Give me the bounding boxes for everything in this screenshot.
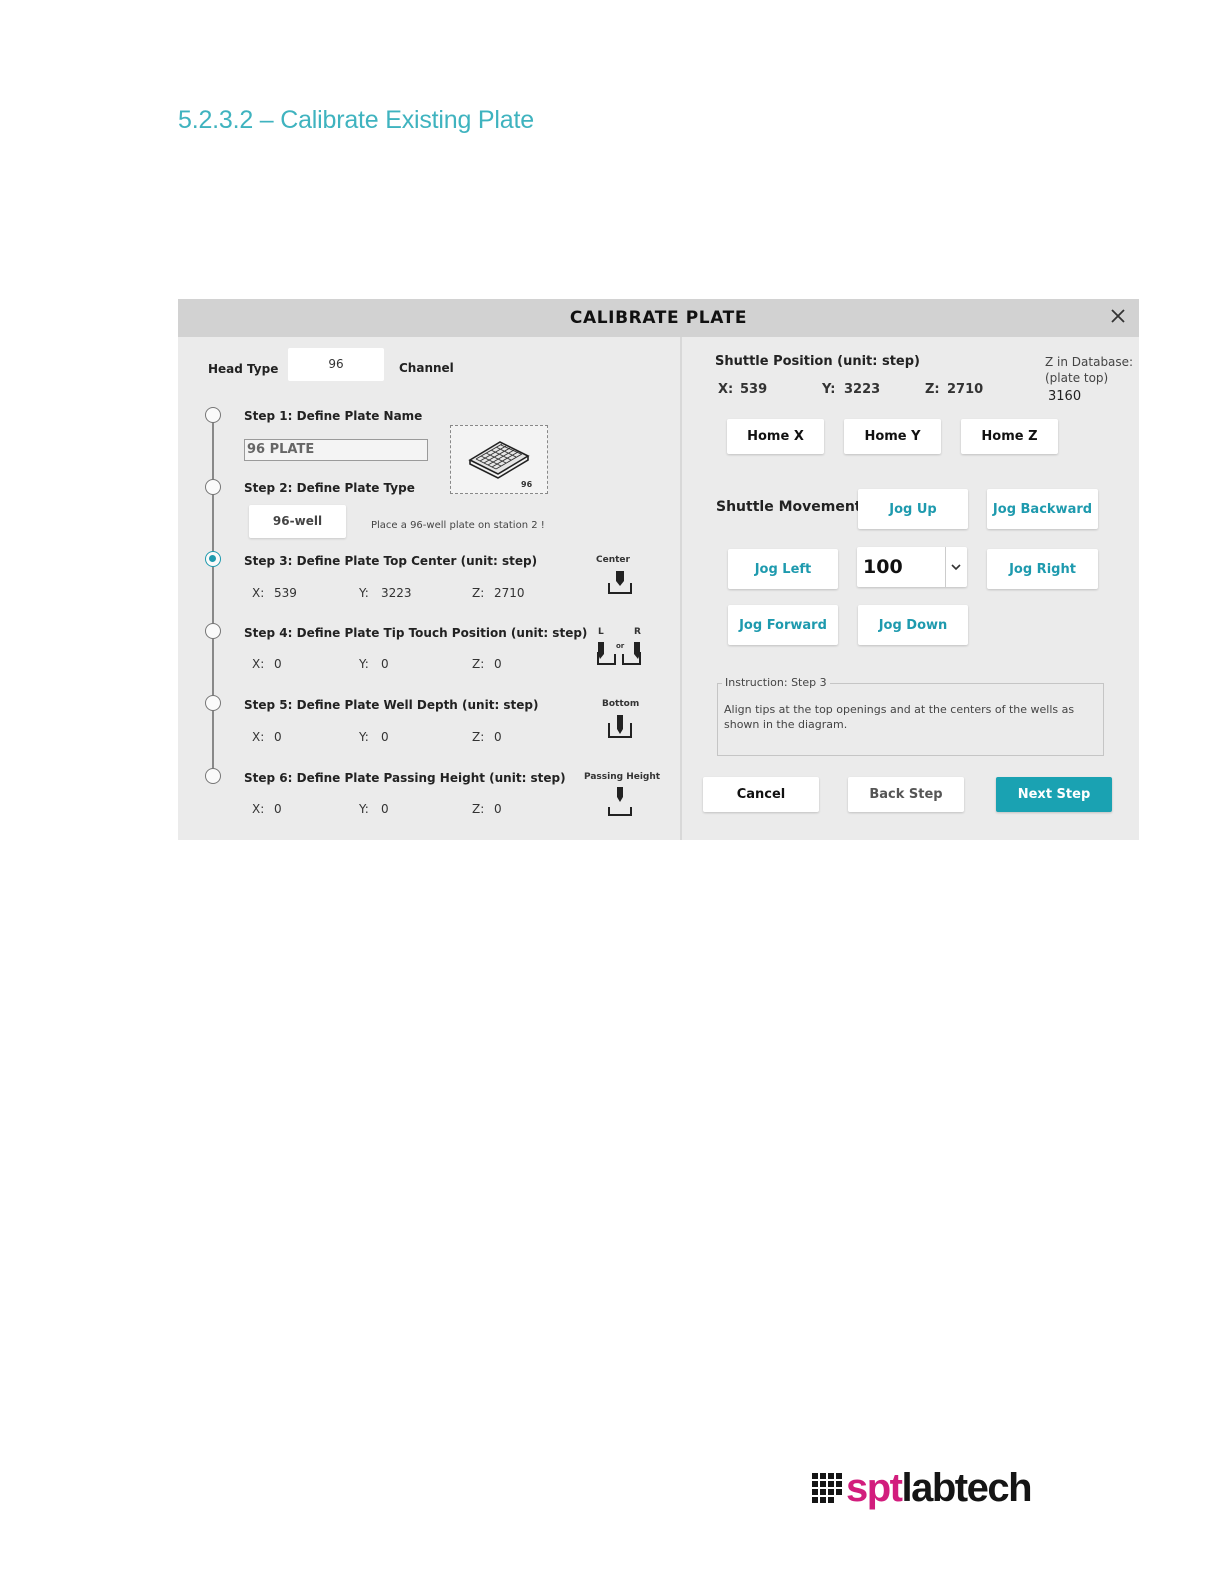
tip-bottom-icon: [608, 715, 632, 738]
bottom-icon-label: Bottom: [602, 699, 640, 709]
cancel-button[interactable]: Cancel: [703, 777, 819, 812]
step-size-select[interactable]: 100: [857, 547, 967, 587]
home-y-button[interactable]: Home Y: [844, 419, 941, 454]
plate-preview: 96: [450, 425, 548, 494]
step-6-z: Z: 0: [472, 802, 502, 816]
dialog-title: CALIBRATE PLATE: [569, 308, 748, 328]
shuttle-x: X: 539: [718, 382, 768, 397]
step-5-label: Step 5: Define Plate Well Depth (unit: s…: [244, 698, 539, 712]
step-6-x: X: 0: [252, 802, 282, 816]
passing-height-icon-label: Passing Height: [584, 772, 661, 782]
z-database-value: 3160: [1048, 389, 1082, 404]
head-type-label: Head Type: [208, 362, 279, 376]
select-separator: [945, 547, 946, 587]
step-5-y: Y: 0: [359, 730, 389, 744]
tip-touch-icon: [597, 642, 641, 665]
home-x-button[interactable]: Home X: [727, 419, 824, 454]
head-type-value: 96: [328, 357, 344, 371]
instruction-box: Instruction: Step 3 Align tips at the to…: [717, 676, 1104, 756]
step-4-label: Step 4: Define Plate Tip Touch Position …: [244, 626, 588, 640]
step-6-indicator: [205, 768, 221, 784]
plate-icon-label: 96: [521, 480, 533, 489]
next-step-button[interactable]: Next Step: [996, 777, 1112, 812]
shuttle-position-label: Shuttle Position (unit: step): [715, 354, 920, 369]
step-4-indicator: [205, 623, 221, 639]
logo-dots-icon: [812, 1473, 842, 1503]
step-1-label: Step 1: Define Plate Name: [244, 409, 423, 423]
plate-name-input[interactable]: 96 PLATE: [244, 439, 428, 461]
plate-icon: [468, 441, 530, 479]
instruction-legend: Instruction: Step 3: [722, 676, 830, 689]
jog-up-button[interactable]: Jog Up: [858, 489, 968, 529]
touch-left-label: L: [598, 627, 604, 637]
center-icon-label: Center: [596, 555, 630, 565]
plate-type-select[interactable]: 96-well: [249, 505, 346, 538]
step-5-x: X: 0: [252, 730, 282, 744]
step-4-x: X: 0: [252, 657, 282, 671]
jog-left-button[interactable]: Jog Left: [728, 549, 838, 589]
step-size-value: 100: [863, 556, 903, 578]
head-type-field[interactable]: 96: [288, 348, 384, 381]
tip-passing-height-icon: [608, 787, 632, 816]
shuttle-movement-label: Shuttle Movement: [716, 499, 862, 515]
instruction-text: Align tips at the top openings and at th…: [724, 703, 1075, 731]
jog-right-button[interactable]: Jog Right: [987, 549, 1098, 589]
close-icon[interactable]: [1109, 307, 1127, 325]
step-3-x: X: 539: [252, 586, 297, 600]
channel-label: Channel: [399, 361, 454, 375]
logo-wordmark: sptlabtech: [846, 1466, 1033, 1510]
step-3-z: Z: 2710: [472, 586, 525, 600]
jog-forward-button[interactable]: Jog Forward: [728, 605, 838, 645]
step-6-label: Step 6: Define Plate Passing Height (uni…: [244, 771, 566, 785]
step-4-z: Z: 0: [472, 657, 502, 671]
step-timeline: [212, 415, 214, 777]
step-2-label: Step 2: Define Plate Type: [244, 481, 415, 495]
home-z-button[interactable]: Home Z: [961, 419, 1058, 454]
step-5-z: Z: 0: [472, 730, 502, 744]
shuttle-y: Y: 3223: [822, 382, 881, 397]
calibrate-plate-dialog: CALIBRATE PLATE Head Type 96 Channel Ste…: [178, 299, 1139, 840]
chevron-down-icon[interactable]: [950, 561, 962, 573]
back-step-button[interactable]: Back Step: [848, 777, 964, 812]
step-5-indicator: [205, 695, 221, 711]
z-database-sub: (plate top): [1045, 371, 1109, 385]
shuttle-z: Z: 2710: [925, 382, 984, 397]
step-6-y: Y: 0: [359, 802, 389, 816]
step-1-indicator: [205, 407, 221, 423]
panel-divider: [680, 337, 682, 840]
jog-backward-button[interactable]: Jog Backward: [987, 489, 1098, 529]
step-3-label: Step 3: Define Plate Top Center (unit: s…: [244, 554, 538, 568]
jog-down-button[interactable]: Jog Down: [858, 605, 968, 645]
step-3-y: Y: 3223: [359, 586, 412, 600]
tip-center-icon: [608, 571, 632, 594]
step-3-indicator: [205, 551, 221, 567]
touch-right-label: R: [634, 627, 641, 637]
plate-type-hint: Place a 96-well plate on station 2 !: [371, 520, 545, 531]
step-2-indicator: [205, 479, 221, 495]
dialog-titlebar: CALIBRATE PLATE: [178, 299, 1139, 337]
step-4-y: Y: 0: [359, 657, 389, 671]
plate-type-value: 96-well: [272, 514, 323, 528]
z-database-label: Z in Database:: [1045, 355, 1134, 369]
section-heading: 5.2.3.2 – Calibrate Existing Plate: [178, 106, 534, 134]
